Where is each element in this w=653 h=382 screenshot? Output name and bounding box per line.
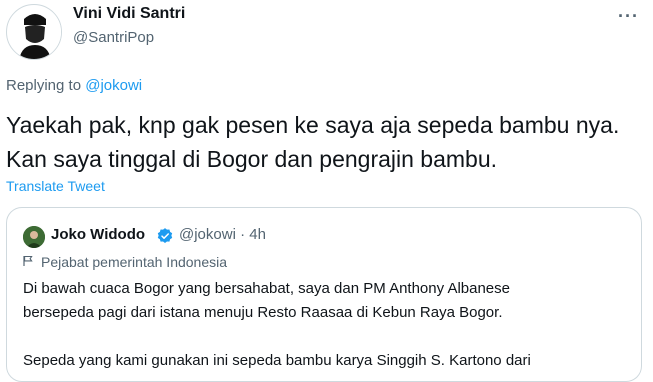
quoted-avatar-photo-icon xyxy=(23,226,45,248)
quoted-handle: @jokowi xyxy=(179,226,236,243)
flag-icon xyxy=(23,254,35,270)
quoted-tweet-text: Di bawah cuaca Bogor yang bersahabat, sa… xyxy=(23,280,531,369)
translate-tweet-link[interactable]: Translate Tweet xyxy=(6,178,105,194)
replying-mention-link[interactable]: @jokowi xyxy=(85,77,142,94)
quoted-separator: · xyxy=(240,226,246,243)
quoted-time: 4h xyxy=(249,226,266,243)
quoted-tweet-card[interactable]: Joko Widodo @jokowi · 4h Pejabat pemerin… xyxy=(6,207,642,382)
quoted-author-name: Joko Widodo xyxy=(51,226,146,243)
avatar-illustration-icon xyxy=(8,6,61,59)
government-label-text: Pejabat pemerintah Indonesia xyxy=(41,254,228,270)
quoted-handle-time: @jokowi · 4h xyxy=(179,226,266,243)
quoted-author-avatar xyxy=(23,226,45,248)
author-avatar[interactable] xyxy=(6,4,62,60)
author-name[interactable]: Vini Vidi Santri xyxy=(73,5,185,23)
more-dots-icon[interactable]: ··· xyxy=(618,6,639,27)
replying-to: Replying to @jokowi xyxy=(6,77,142,94)
author-handle[interactable]: @SantriPop xyxy=(73,29,154,46)
replying-prefix: Replying to xyxy=(6,77,86,94)
tweet-text: Yaekah pak, knp gak pesen ke saya aja se… xyxy=(6,112,620,172)
government-label: Pejabat pemerintah Indonesia xyxy=(23,254,227,270)
verified-badge-icon xyxy=(157,228,173,243)
